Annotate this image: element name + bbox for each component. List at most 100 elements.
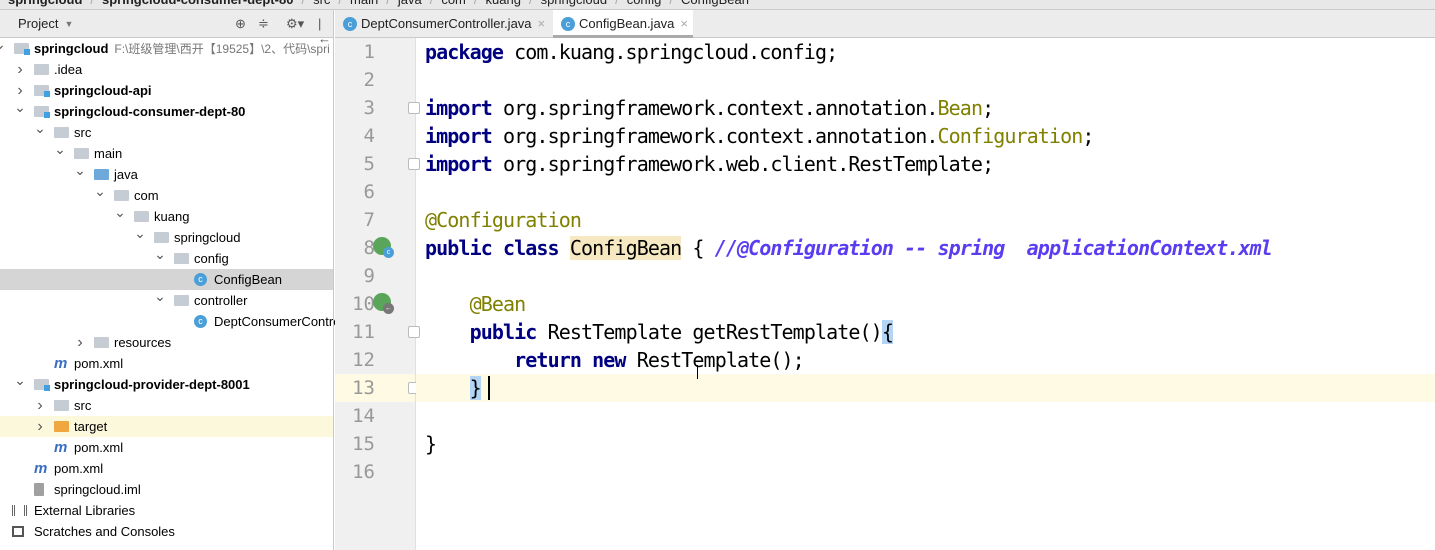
tree-item-label: External Libraries [34,500,135,521]
code-line[interactable] [416,262,1435,290]
tree-item[interactable]: ⌄ src [0,120,333,143]
chevron-down-icon[interactable]: ⌄ [114,202,126,223]
code-line[interactable]: package com.kuang.springcloud.config; [416,38,1435,66]
code-token: { [881,320,894,344]
file-icon [34,483,44,496]
code-line[interactable]: @Configuration [416,206,1435,234]
code-token: return new [514,348,626,372]
close-icon[interactable]: × [680,16,688,31]
tree-item[interactable]: ⌄ springcloud F:\班级管理\西开【19525】\2、代码\spri [0,36,333,59]
project-panel: Project ▼ ⊕ ≑ ⚙▾ |← ⌄ springcloud F:\班级管理\… [0,10,358,550]
tree-item[interactable]: c DeptConsumerController [0,311,358,332]
spring-bean-method-icon[interactable]: ← [373,293,394,314]
code-line[interactable]: return new RestTemplate(); [416,346,1435,374]
tree-item-text: springcloud-api [54,83,152,98]
chevron-right-icon[interactable]: › [34,395,46,416]
code-line[interactable]: @Bean [416,290,1435,318]
tree-item[interactable]: ⌄ controller [0,288,333,311]
tree-item[interactable]: ⌄ com [0,183,333,206]
chevron-right-icon[interactable]: › [74,332,86,353]
code-line[interactable] [416,458,1435,486]
tree-item[interactable]: ⌄ springcloud [0,225,333,248]
breadcrumb-item[interactable]: springcloud [0,0,90,7]
chevron-down-icon[interactable]: ⌄ [0,34,6,55]
close-icon[interactable]: × [538,16,546,31]
folder-icon [34,64,49,75]
chevron-down-icon[interactable]: ⌄ [154,244,166,265]
code-line[interactable]: import org.springframework.context.annot… [416,122,1435,150]
line-number: 6 [363,181,375,203]
breadcrumb-item[interactable]: java [390,0,430,7]
tree-item-label: .idea [54,59,82,80]
gear-icon[interactable]: ⚙▾ [286,16,304,32]
tree-item[interactable]: m pom.xml [0,437,333,458]
breadcrumb-item[interactable]: springcloud [533,0,616,7]
breadcrumb-item[interactable]: com [433,0,474,7]
tree-item[interactable]: ⌄ java [0,162,333,185]
chevron-down-icon[interactable]: ⌄ [74,160,86,181]
locate-icon[interactable]: ⊕ [235,16,246,32]
breadcrumb-item[interactable]: springcloud-consumer-dept-80 [94,0,301,7]
collapse-all-icon[interactable]: ≑ [258,16,269,32]
chevron-down-icon[interactable]: ▼ [64,19,73,29]
folder-icon [114,190,129,201]
breadcrumb-item[interactable]: ConfigBean [673,0,757,7]
breadcrumb-item[interactable]: kuang [478,0,529,7]
code-line[interactable]: import org.springframework.web.client.Re… [416,150,1435,178]
code-line[interactable]: public class ConfigBean { //@Configurati… [416,234,1435,262]
tree-item-label: springcloud [174,227,241,248]
code-token: import [425,152,493,176]
tab-label: DeptConsumerController.java [361,16,532,31]
tree-item[interactable]: ⌄ kuang [0,204,333,227]
code-line[interactable] [416,402,1435,430]
code-line[interactable]: public RestTemplate getRestTemplate(){ [416,318,1435,346]
tree-item-text: springcloud-consumer-dept-80 [54,104,246,119]
line-number: 1 [363,41,375,63]
breadcrumb-item[interactable]: src [305,0,338,7]
project-view-selector[interactable]: Project [18,16,58,31]
tree-item-text: config [194,251,229,266]
folder-icon [174,295,189,306]
chevron-down-icon[interactable]: ⌄ [94,181,106,202]
tree-item[interactable]: m pom.xml [0,353,333,374]
tree-item-text: target [74,419,108,434]
chevron-right-icon[interactable]: › [34,416,46,437]
tree-item-label: resources [114,332,171,353]
tree-item[interactable]: c ConfigBean [0,269,333,290]
tree-item[interactable]: ⌄ springcloud-provider-dept-8001 [0,372,333,395]
tree-item[interactable]: › src [0,395,333,416]
tab-label: ConfigBean.java [579,16,675,31]
tree-item-text: java [114,167,138,182]
chevron-down-icon[interactable]: ⌄ [154,286,166,307]
tab-configbean-java[interactable]: c ConfigBean.java × [553,10,693,38]
tree-item[interactable]: ⌄ springcloud-consumer-dept-80 [0,99,333,122]
breadcrumb-item[interactable]: config [619,0,670,7]
tree-item[interactable]: springcloud.iml [0,479,333,500]
tree-item[interactable]: ⌄ main [0,141,333,164]
tree-item[interactable]: External Libraries [0,500,333,521]
tree-item[interactable]: › springcloud-api [0,80,333,101]
chevron-right-icon[interactable]: › [14,59,26,80]
chevron-down-icon[interactable]: ⌄ [54,139,66,160]
scratches-icon [12,526,24,537]
chevron-down-icon[interactable]: ⌄ [34,118,46,139]
breadcrumb-item[interactable]: main [342,0,386,7]
code-line[interactable]: } [416,374,1435,402]
tree-item[interactable]: ⌄ config [0,246,333,269]
code-editor[interactable]: package com.kuang.springcloud.config; imp… [416,38,1435,550]
code-line[interactable]: import org.springframework.context.annot… [416,94,1435,122]
tree-item[interactable]: › .idea [0,59,333,80]
chevron-down-icon[interactable]: ⌄ [134,223,146,244]
folder-icon [94,169,109,180]
spring-bean-class-icon[interactable]: c [373,237,394,258]
tree-item[interactable]: Scratches and Consoles [0,521,333,542]
tree-item[interactable]: m pom.xml [0,458,333,479]
code-line[interactable] [416,178,1435,206]
code-line[interactable] [416,66,1435,94]
tab-deptconsumercontroller-java[interactable]: c DeptConsumerController.java × [335,10,553,38]
chevron-down-icon[interactable]: ⌄ [14,370,26,391]
chevron-down-icon[interactable]: ⌄ [14,97,26,118]
tree-item[interactable]: › resources [0,332,333,353]
code-line[interactable]: } [416,430,1435,458]
tree-item[interactable]: › target [0,416,333,437]
